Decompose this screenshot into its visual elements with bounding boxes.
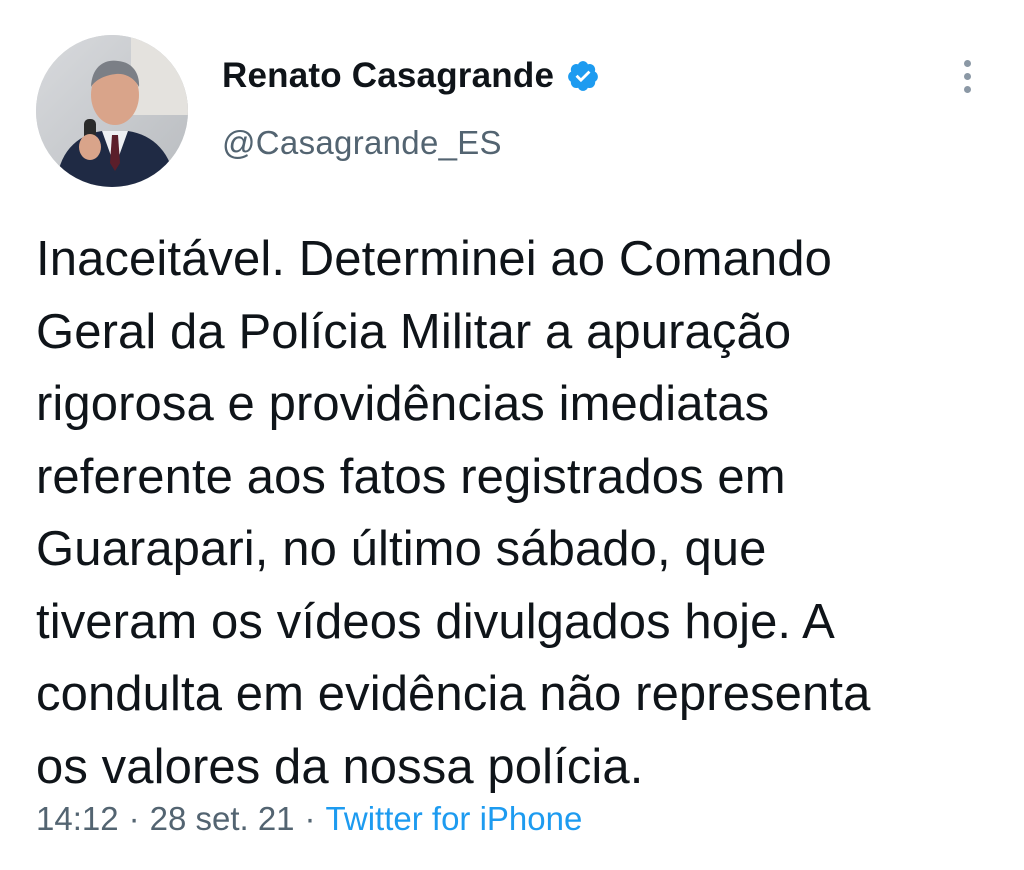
tweet-text-line: rigorosa e providências imediatas: [36, 377, 770, 431]
tweet-text-line: tiveram os vídeos divulgados hoje. A: [36, 594, 835, 649]
more-options-button[interactable]: [955, 60, 979, 100]
tweet-card: Renato Casagrande @Casagrande_ES Inaceit…: [0, 0, 1024, 870]
tweet-source-link[interactable]: Twitter for iPhone: [326, 800, 583, 838]
more-options-icon: [963, 86, 971, 93]
meta-separator: ·: [304, 800, 316, 837]
tweet-date[interactable]: 28 set. 21: [150, 800, 295, 838]
tweet-text: Inaceitável. Determinei ao Comando Geral…: [36, 223, 1016, 803]
author-handle[interactable]: @Casagrande_ES: [222, 124, 600, 162]
avatar[interactable]: [36, 35, 188, 187]
tweet-author[interactable]: Renato Casagrande @Casagrande_ES: [222, 52, 600, 162]
avatar-photo: [36, 35, 188, 187]
author-display-name[interactable]: Renato Casagrande: [222, 56, 554, 96]
tweet-text-line: Geral da Polícia Militar a apuração: [36, 304, 792, 359]
more-options-icon: [963, 60, 971, 67]
meta-separator: ·: [128, 800, 140, 837]
tweet-text-line: os valores da nossa polícia.: [36, 739, 644, 794]
tweet-time[interactable]: 14:12: [36, 800, 119, 838]
more-options-icon: [963, 73, 971, 80]
author-name-row: Renato Casagrande: [222, 52, 600, 100]
tweet-meta: 14:12 · 28 set. 21 · Twitter for iPhone: [36, 800, 582, 838]
tweet-text-line: Guarapari, no último sábado, que: [36, 522, 767, 576]
tweet-text-line: Inaceitável. Determinei ao Comando: [36, 232, 832, 286]
tweet-text-line: referente aos fatos registrados em: [36, 449, 786, 504]
tweet-text-line: condulta em evidência não representa: [36, 667, 871, 721]
verified-badge-icon: [566, 59, 600, 93]
